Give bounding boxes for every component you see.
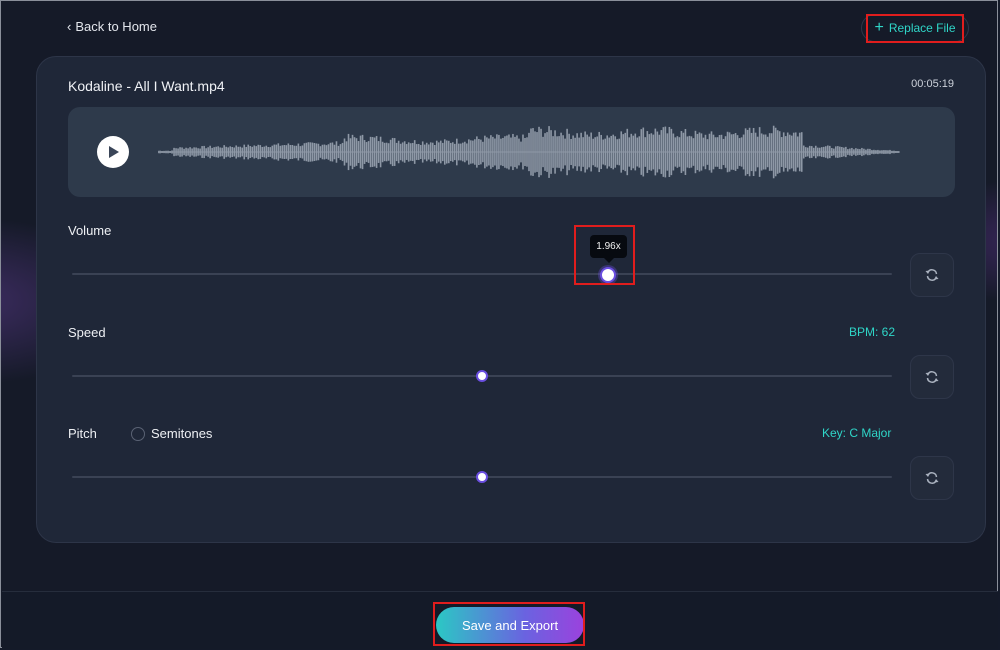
refresh-icon	[925, 371, 939, 383]
app-window: ‹ Back to Home + Replace File Kodaline -…	[0, 0, 998, 649]
replace-file-button[interactable]: + Replace File	[861, 14, 969, 42]
waveform-panel	[68, 107, 955, 197]
file-name: Kodaline - All I Want.mp4	[68, 78, 225, 94]
replace-file-label: Replace File	[888, 21, 956, 35]
pitch-reset-button[interactable]	[910, 456, 954, 500]
back-to-home-link[interactable]: ‹ Back to Home	[67, 19, 157, 34]
volume-value-tooltip: 1.96x	[590, 235, 627, 263]
play-button[interactable]	[97, 136, 129, 168]
refresh-icon	[925, 269, 939, 281]
refresh-icon	[925, 472, 939, 484]
pitch-slider-thumb[interactable]	[476, 471, 488, 483]
volume-reset-button[interactable]	[910, 253, 954, 297]
speed-reset-button[interactable]	[910, 355, 954, 399]
key-readout: Key: C Major	[822, 426, 892, 440]
file-duration: 00:05:19	[911, 78, 954, 90]
volume-label: Volume	[68, 223, 112, 238]
volume-slider[interactable]	[72, 273, 892, 275]
save-and-export-button[interactable]: Save and Export	[436, 607, 584, 643]
bpm-readout: BPM: 62	[849, 325, 896, 339]
play-icon	[109, 146, 119, 158]
chevron-left-icon: ‹	[67, 19, 72, 34]
speed-slider-thumb[interactable]	[476, 370, 488, 382]
pitch-label: Pitch	[68, 426, 97, 441]
plus-icon: +	[874, 19, 884, 36]
editor-card: Kodaline - All I Want.mp4 00:05:19 Volum…	[36, 56, 986, 543]
volume-slider-thumb[interactable]	[600, 267, 617, 283]
semitones-label: Semitones	[151, 426, 213, 441]
back-label: Back to Home	[75, 19, 157, 34]
speed-label: Speed	[68, 325, 106, 340]
waveform[interactable]	[158, 122, 900, 182]
semitones-radio[interactable]	[131, 427, 145, 441]
